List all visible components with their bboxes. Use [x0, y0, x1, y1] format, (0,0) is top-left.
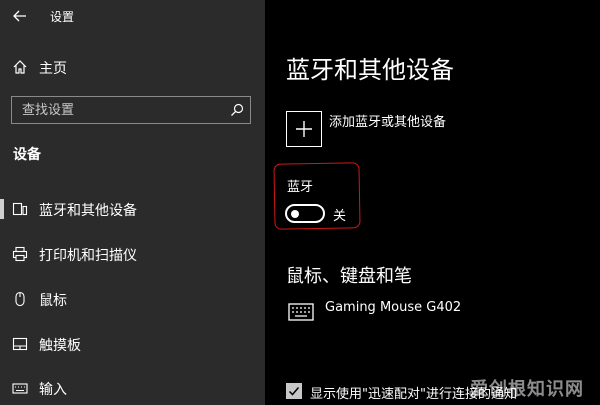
page-title: 蓝牙和其他设备 — [286, 56, 454, 84]
bluetooth-state-label: 关 — [333, 209, 347, 224]
mice-keyboards-pens-title: 鼠标、键盘和笔 — [286, 266, 412, 287]
keyboard-icon — [288, 303, 314, 321]
bluetooth-heading: 蓝牙 — [287, 180, 314, 195]
back-button[interactable] — [6, 3, 34, 29]
mouse-icon — [15, 291, 25, 307]
search-box[interactable] — [11, 96, 251, 124]
sidebar-item-bluetooth[interactable]: 蓝牙和其他设备 — [0, 192, 265, 226]
home-icon — [13, 60, 27, 74]
plus-icon — [296, 121, 312, 137]
sidebar-item-home[interactable]: 主页 — [0, 54, 265, 82]
bluetooth-devices-icon — [12, 202, 28, 216]
touchpad-icon — [12, 337, 28, 351]
keyboard-icon — [12, 383, 28, 394]
add-device-label[interactable]: 添加蓝牙或其他设备 — [329, 111, 446, 130]
checkmark-icon — [288, 387, 300, 396]
sidebar-item-label: 触摸板 — [39, 338, 81, 354]
bluetooth-toggle[interactable] — [285, 204, 325, 223]
device-list-item[interactable]: Gaming Mouse G402 — [325, 300, 461, 315]
sidebar-item-label: 鼠标 — [39, 293, 67, 309]
sidebar-item-touchpad[interactable]: 触摸板 — [0, 327, 265, 361]
sidebar-item-label: 打印机和扫描仪 — [39, 248, 137, 264]
back-arrow-icon — [13, 10, 26, 22]
section-title-devices: 设备 — [13, 147, 41, 163]
sidebar-item-input[interactable]: 输入 — [0, 371, 265, 405]
search-input[interactable] — [12, 97, 222, 123]
sidebar-item-mouse[interactable]: 鼠标 — [0, 282, 265, 316]
sidebar: 设置 主页 设备 蓝牙和其他设备 打印机和扫描仪 — [0, 0, 265, 405]
sidebar-item-label: 主页 — [39, 61, 67, 77]
sidebar-item-label: 蓝牙和其他设备 — [39, 203, 137, 219]
sidebar-item-printers[interactable]: 打印机和扫描仪 — [0, 237, 265, 271]
sidebar-item-label: 输入 — [39, 382, 67, 398]
add-device-button[interactable] — [286, 111, 322, 147]
title-bar: 设置 — [0, 0, 265, 32]
printer-icon — [12, 246, 28, 262]
swift-pair-checkbox[interactable] — [286, 383, 302, 399]
search-icon[interactable] — [229, 102, 245, 118]
toggle-knob — [291, 209, 299, 218]
window-title: 设置 — [50, 10, 75, 24]
watermark: 爱创根知识网 — [470, 379, 584, 400]
